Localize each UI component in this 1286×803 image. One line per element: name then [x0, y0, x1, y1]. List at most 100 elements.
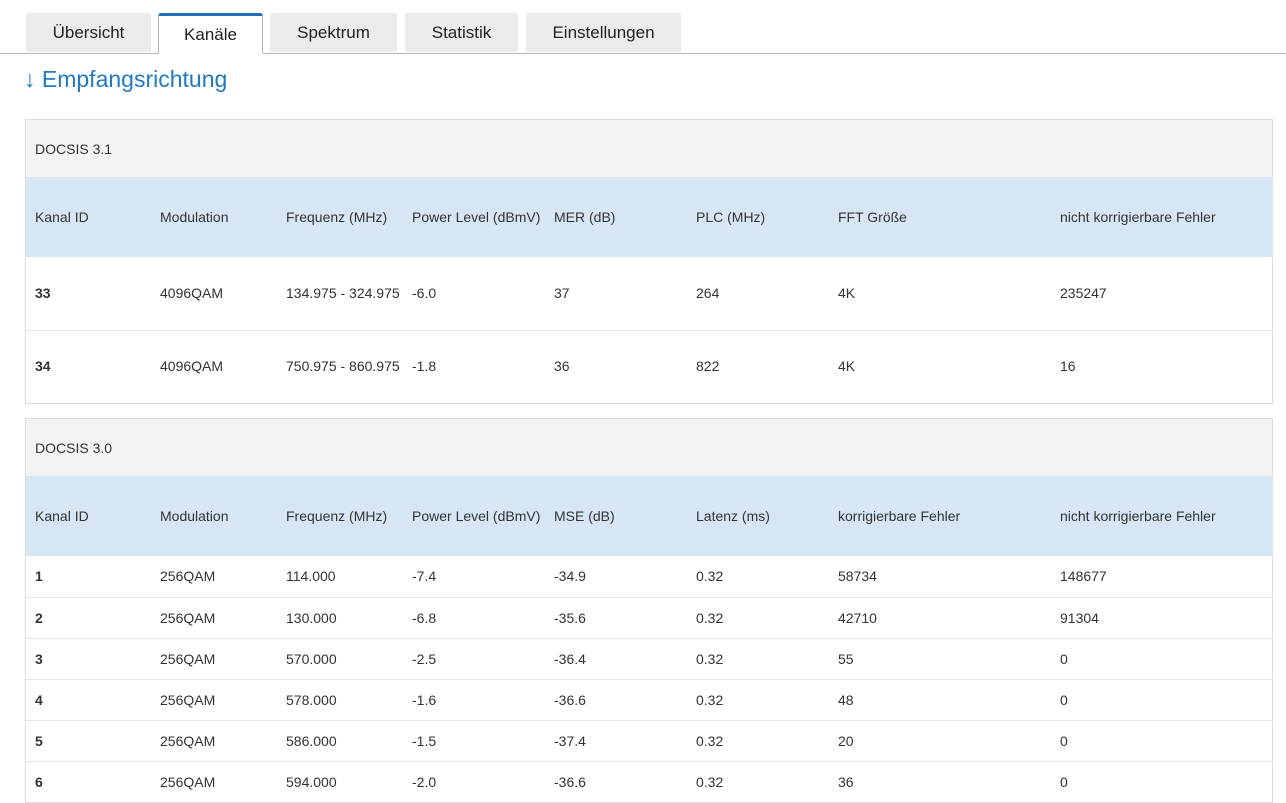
frequency: 570.000: [286, 650, 337, 667]
channel-id: 6: [35, 773, 43, 790]
fft-size: 4K: [838, 358, 856, 375]
mse: -36.4: [554, 650, 586, 667]
channel-id: 34: [35, 358, 51, 375]
correctable-errors: 36: [838, 773, 854, 790]
frequency: 134.975 - 324.975: [286, 284, 400, 301]
channel-id: 33: [35, 284, 51, 301]
col-header: PLC (MHz): [696, 209, 766, 225]
docsis31-header-row: Kanal ID Modulation Frequenz (MHz) Power…: [26, 177, 1273, 257]
col-header: FFT Größe: [838, 209, 907, 225]
section-title: ↓ Empfangsrichtung: [24, 66, 228, 92]
mse: -36.6: [554, 691, 586, 708]
col-header: korrigierbare Fehler: [838, 508, 961, 524]
power-level: -1.6: [412, 691, 437, 708]
latency: 0.32: [696, 568, 724, 585]
table-row: 2 256QAM 130.000 -6.8 -35.6 0.32 42710 9…: [26, 597, 1273, 638]
modulation: 4096QAM: [160, 358, 224, 375]
correctable-errors: 58734: [838, 568, 877, 585]
power-level: -6.0: [412, 284, 437, 301]
channel-id: 3: [35, 650, 43, 667]
latency: 0.32: [696, 691, 724, 708]
col-header: MER (dB): [554, 209, 616, 225]
table-row: 33 4096QAM 134.975 - 324.975 -6.0 37 264…: [26, 257, 1273, 330]
uncorrectable-errors: 0: [1060, 691, 1068, 708]
mse: -37.4: [554, 732, 586, 749]
modulation: 256QAM: [160, 691, 216, 708]
col-header: nicht korrigierbare Fehler: [1060, 508, 1216, 524]
tab-statistik[interactable]: Statistik: [405, 13, 518, 52]
docsis30-table-container: DOCSIS 3.0 Kanal ID Modulation Frequenz …: [25, 418, 1273, 803]
tab-kanaele[interactable]: Kanäle: [158, 13, 263, 54]
correctable-errors: 48: [838, 691, 854, 708]
col-header: nicht korrigierbare Fehler: [1060, 209, 1216, 225]
mer: 36: [554, 358, 570, 375]
frequency: 750.975 - 860.975: [286, 358, 400, 375]
table-row: 5 256QAM 586.000 -1.5 -37.4 0.32 20 0: [26, 720, 1273, 761]
table-row: 3 256QAM 570.000 -2.5 -36.4 0.32 55 0: [26, 638, 1273, 679]
power-level: -2.0: [412, 773, 437, 790]
docsis31-caption: DOCSIS 3.1: [26, 120, 1272, 177]
uncorrectable-errors: 148677: [1060, 568, 1107, 585]
col-header: Power Level (dBmV): [412, 508, 541, 524]
table-row: 1 256QAM 114.000 -7.4 -34.9 0.32 58734 1…: [26, 556, 1273, 597]
tab-uebersicht[interactable]: Übersicht: [26, 13, 151, 52]
fft-size: 4K: [838, 284, 856, 301]
latency: 0.32: [696, 650, 724, 667]
col-header: Latenz (ms): [696, 508, 770, 524]
correctable-errors: 20: [838, 732, 854, 749]
modulation: 4096QAM: [160, 284, 224, 301]
power-level: -6.8: [412, 609, 437, 626]
mse: -34.9: [554, 568, 586, 585]
latency: 0.32: [696, 609, 724, 626]
uncorrectable-errors: 16: [1060, 358, 1076, 375]
modulation: 256QAM: [160, 732, 216, 749]
uncorrectable-errors: 235247: [1060, 284, 1107, 301]
correctable-errors: 42710: [838, 609, 877, 626]
docsis30-header-row: Kanal ID Modulation Frequenz (MHz) Power…: [26, 476, 1273, 556]
correctable-errors: 55: [838, 650, 854, 667]
uncorrectable-errors: 0: [1060, 773, 1068, 790]
docsis30-table: Kanal ID Modulation Frequenz (MHz) Power…: [26, 476, 1273, 802]
plc: 822: [696, 358, 720, 375]
mse: -36.6: [554, 773, 586, 790]
mer: 37: [554, 284, 570, 301]
power-level: -7.4: [412, 568, 437, 585]
col-header: Frequenz (MHz): [286, 508, 388, 524]
modulation: 256QAM: [160, 609, 216, 626]
mse: -35.6: [554, 609, 586, 626]
uncorrectable-errors: 0: [1060, 732, 1068, 749]
col-header: MSE (dB): [554, 508, 615, 524]
col-header: Power Level (dBmV): [412, 209, 541, 225]
col-header: Kanal ID: [35, 209, 89, 225]
channel-id: 2: [35, 609, 43, 626]
power-level: -2.5: [412, 650, 437, 667]
channel-id: 5: [35, 732, 43, 749]
col-header: Modulation: [160, 508, 229, 524]
table-row: 4 256QAM 578.000 -1.6 -36.6 0.32 48 0: [26, 679, 1273, 720]
latency: 0.32: [696, 773, 724, 790]
channel-id: 1: [35, 568, 43, 585]
docsis31-table: Kanal ID Modulation Frequenz (MHz) Power…: [26, 177, 1273, 403]
frequency: 130.000: [286, 609, 337, 626]
modulation: 256QAM: [160, 650, 216, 667]
tab-bar: Übersicht Kanäle Spektrum Statistik Eins…: [0, 0, 1286, 54]
frequency: 578.000: [286, 691, 337, 708]
col-header: Kanal ID: [35, 508, 89, 524]
docsis30-caption: DOCSIS 3.0: [26, 419, 1272, 476]
uncorrectable-errors: 0: [1060, 650, 1068, 667]
tab-spektrum[interactable]: Spektrum: [270, 13, 397, 52]
modulation: 256QAM: [160, 568, 216, 585]
modulation: 256QAM: [160, 773, 216, 790]
docsis31-table-container: DOCSIS 3.1 Kanal ID Modulation Frequenz …: [25, 119, 1273, 404]
plc: 264: [696, 284, 720, 301]
uncorrectable-errors: 91304: [1060, 609, 1099, 626]
col-header: Modulation: [160, 209, 229, 225]
frequency: 114.000: [286, 568, 336, 585]
frequency: 586.000: [286, 732, 337, 749]
tab-einstellungen[interactable]: Einstellungen: [526, 13, 681, 52]
table-row: 34 4096QAM 750.975 - 860.975 -1.8 36 822…: [26, 330, 1273, 403]
col-header: Frequenz (MHz): [286, 209, 388, 225]
frequency: 594.000: [286, 773, 337, 790]
power-level: -1.5: [412, 732, 437, 749]
channel-id: 4: [35, 691, 43, 708]
